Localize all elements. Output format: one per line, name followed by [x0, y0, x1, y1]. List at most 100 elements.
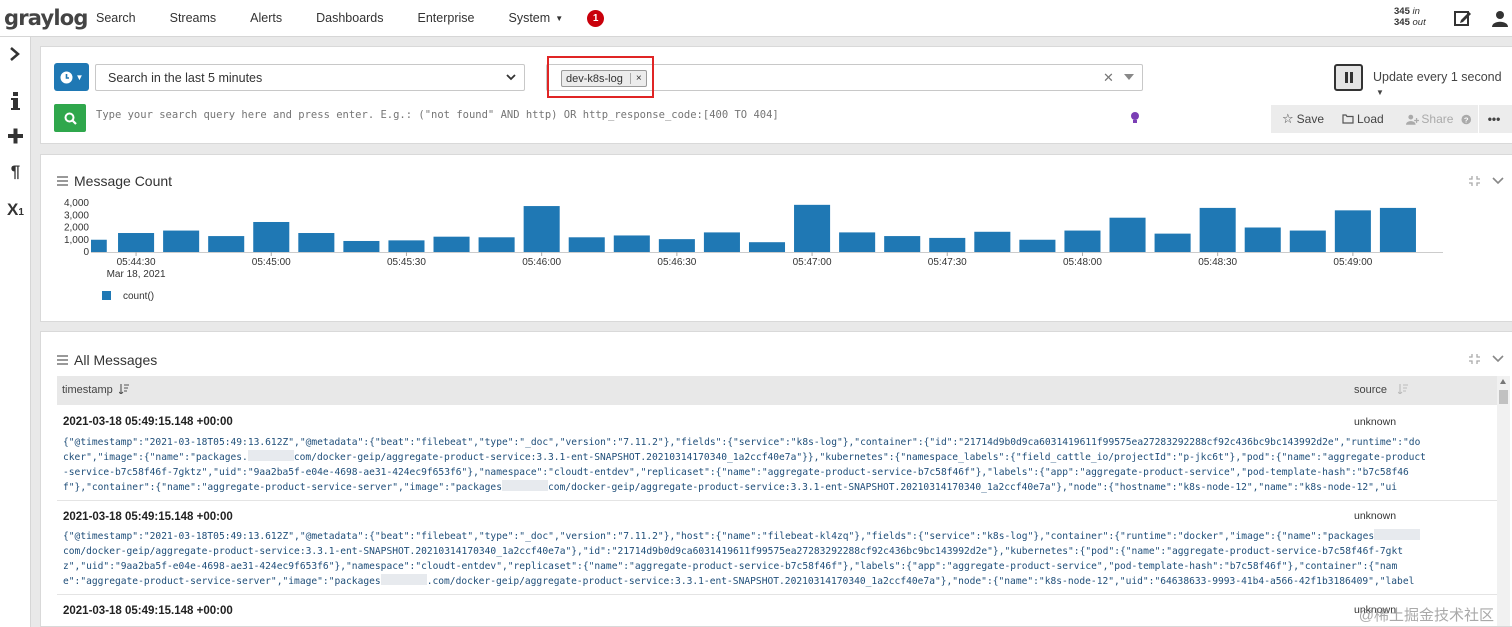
time-range-type-button[interactable]: ▼: [54, 63, 89, 91]
chart-bar: [568, 237, 605, 252]
save-button[interactable]: ☆ Save: [1271, 105, 1334, 133]
legend-swatch: [102, 291, 111, 300]
message-line: .com/docker-geip/aggregate-product-servi…: [426, 576, 1415, 587]
chart-bar: [388, 240, 425, 252]
message-line: -service-b7c58f46f-7gktz","uid":"9aa2ba5…: [63, 467, 1409, 478]
chart-bar: [208, 236, 245, 252]
refresh-interval-dropdown[interactable]: Update every 1 second ▼: [1373, 70, 1512, 98]
x-tick-label: 05:47:00: [793, 257, 832, 268]
star-icon: ☆: [1282, 111, 1294, 126]
share-button[interactable]: Share ?: [1400, 105, 1478, 133]
left-sidebar: ¶ X1: [0, 37, 31, 627]
column-header-source[interactable]: source: [1354, 384, 1409, 396]
chart-bar: [884, 236, 921, 252]
message-row[interactable]: 2021-03-18 05:49:15.148 +00:00 unknown: [57, 594, 1499, 626]
load-label: Load: [1357, 112, 1384, 126]
message-line: z","uid":"9aa2ba5f-e04e-4698-ae31-424ec9…: [63, 561, 1398, 572]
svg-text:?: ?: [1464, 115, 1469, 124]
user-icon[interactable]: [1491, 9, 1509, 27]
paragraph-icon[interactable]: ¶: [0, 162, 31, 182]
refresh-interval-label: Update every 1 second: [1373, 70, 1502, 84]
throughput-out-label: out: [1412, 17, 1426, 28]
nav-dashboards[interactable]: Dashboards: [316, 11, 383, 25]
y-tick-label: 4,000: [64, 198, 89, 209]
message-timestamp: 2021-03-18 05:49:15.148 +00:00: [63, 416, 233, 428]
column-source-label: source: [1354, 384, 1388, 396]
redacted-region: [1374, 529, 1421, 540]
caret-down-icon[interactable]: [1124, 74, 1134, 80]
caret-down-icon: ▼: [1376, 88, 1384, 97]
widget-title[interactable]: All Messages: [57, 352, 157, 368]
message-line: com/docker-geip/aggregate-product-servic…: [547, 482, 1398, 493]
legend-label: count(): [123, 291, 154, 302]
chevron-right-icon[interactable]: [0, 46, 31, 62]
more-actions-button[interactable]: •••: [1479, 105, 1509, 133]
throughput-out-value: 345: [1394, 17, 1410, 28]
x-tick-label: 05:46:00: [522, 257, 561, 268]
nav-streams[interactable]: Streams: [170, 11, 217, 25]
chart-bar: [748, 242, 786, 252]
scroll-up-icon[interactable]: [1500, 379, 1506, 384]
nav-search[interactable]: Search: [96, 11, 136, 25]
sort-icon[interactable]: [1398, 384, 1409, 394]
subscript-icon[interactable]: X1: [0, 200, 31, 220]
user-plus-icon: [1406, 114, 1419, 125]
throughput-in-label: in: [1412, 6, 1420, 17]
column-timestamp-label: timestamp: [62, 384, 113, 396]
chart-bar: [91, 239, 107, 252]
chart-bar: [839, 232, 876, 252]
x-tick-label: 05:48:00: [1063, 257, 1102, 268]
share-label: Share: [1421, 112, 1454, 126]
sort-icon[interactable]: [118, 384, 129, 394]
scroll-thumb[interactable]: [1499, 390, 1508, 404]
time-range-select[interactable]: Search in the last 5 minutes: [95, 64, 525, 91]
chevron-down-icon: [506, 74, 516, 81]
chart-bar: [1019, 239, 1056, 252]
chevron-down-icon[interactable]: [1492, 355, 1504, 363]
nav-system[interactable]: System ▼: [509, 11, 564, 25]
clear-streams-icon[interactable]: ✕: [1103, 70, 1114, 86]
message-line: {"@timestamp":"2021-03-18T05:49:13.612Z"…: [63, 437, 1421, 448]
redacted-region: [380, 574, 427, 585]
chart-bar: [1064, 230, 1101, 252]
notification-badge[interactable]: 1: [587, 9, 605, 27]
clock-icon: [60, 71, 73, 83]
message-source: unknown: [1354, 416, 1397, 428]
search-button[interactable]: [54, 104, 86, 132]
lightbulb-icon[interactable]: [1130, 111, 1140, 125]
messages-scrollbar[interactable]: [1497, 376, 1510, 626]
x-tick-label: 05:49:00: [1333, 257, 1372, 268]
chart-bar: [1334, 210, 1371, 252]
drag-handle-icon[interactable]: [57, 355, 68, 365]
pause-refresh-button[interactable]: [1334, 64, 1363, 91]
message-row[interactable]: 2021-03-18 05:49:15.148 +00:00 unknown {…: [57, 500, 1499, 595]
load-button[interactable]: Load: [1334, 105, 1400, 133]
saved-search-controls: ☆ Save Load Share ? •••: [1271, 105, 1512, 133]
chart-bar: [929, 237, 966, 252]
highlight-box: [547, 56, 654, 98]
edit-icon[interactable]: [1453, 8, 1473, 28]
message-line: cker","image":{"name":"packages.: [63, 452, 248, 463]
message-row[interactable]: 2021-03-18 05:49:15.148 +00:00 unknown {…: [57, 405, 1499, 500]
message-line: {"@timestamp":"2021-03-18T05:49:13.612Z"…: [63, 531, 1375, 542]
help-icon: ?: [1461, 114, 1472, 124]
x-tick-label: 05:45:00: [252, 257, 291, 268]
nav-system-label: System: [508, 11, 551, 25]
compress-icon[interactable]: [1469, 354, 1480, 364]
chart-bar: [523, 206, 560, 252]
chart-bar: [433, 236, 470, 252]
x-date-label: Mar 18, 2021: [107, 269, 166, 280]
search-query-input[interactable]: [96, 109, 1126, 121]
chart-bar: [1379, 207, 1416, 252]
chart-bar: [1109, 217, 1146, 252]
plus-icon[interactable]: [0, 128, 31, 144]
message-line: e":"aggregate-product-service-server","i…: [63, 576, 381, 587]
nav-enterprise[interactable]: Enterprise: [418, 11, 475, 25]
graylog-logo[interactable]: graylog: [4, 6, 96, 30]
throughput-indicator[interactable]: 345 in 345 out: [1394, 6, 1426, 28]
search-icon: [64, 112, 77, 125]
chart-bar: [163, 230, 200, 252]
nav-alerts[interactable]: Alerts: [250, 11, 282, 25]
info-icon[interactable]: [0, 92, 31, 110]
column-header-timestamp[interactable]: timestamp: [62, 384, 129, 396]
